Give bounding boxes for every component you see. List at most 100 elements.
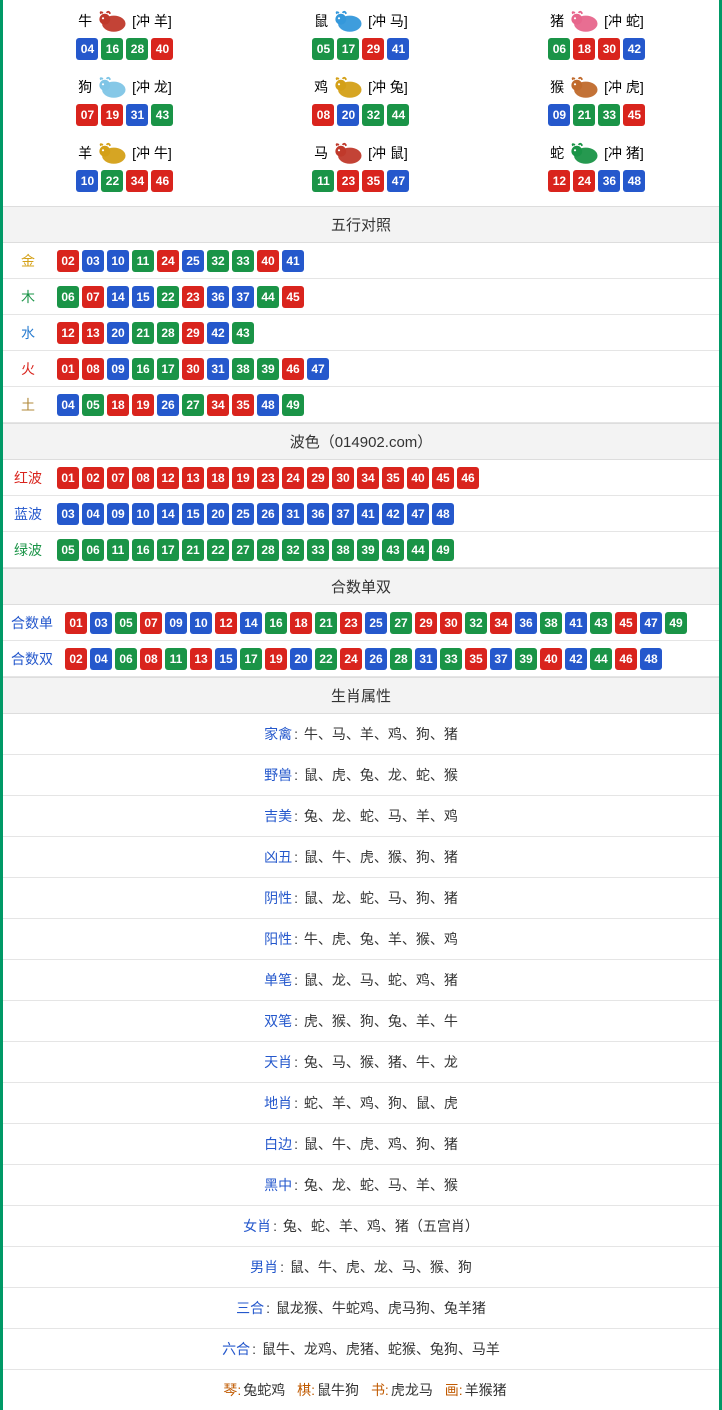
zodiac-name: 猪	[550, 11, 564, 31]
property-value: 兔、龙、蛇、马、羊、猴	[304, 1177, 458, 1193]
number-ball: 02	[82, 467, 104, 489]
number-ball: 12	[57, 322, 79, 344]
number-ball: 17	[337, 38, 359, 60]
zodiac-conflict: [冲 羊]	[132, 11, 172, 31]
property-separator: :	[294, 808, 302, 824]
zodiac-animal-icon	[330, 74, 366, 100]
number-ball: 14	[107, 286, 129, 308]
table-row: 水 1213202128294243	[3, 315, 719, 351]
zodiac-conflict: [冲 牛]	[132, 143, 172, 163]
number-ball: 20	[290, 648, 312, 670]
number-ball: 44	[407, 539, 429, 561]
zodiac-conflict: [冲 马]	[368, 11, 408, 31]
row-balls: 0204060811131517192022242628313335373940…	[61, 648, 662, 670]
number-ball: 07	[76, 104, 98, 126]
property-separator: :	[294, 726, 302, 742]
zodiac-balls: 11233547	[243, 170, 479, 192]
number-ball: 46	[615, 648, 637, 670]
number-ball: 32	[282, 539, 304, 561]
property-label: 吉美	[264, 808, 292, 824]
number-ball: 36	[307, 503, 329, 525]
zodiac-cell: 鼠 [冲 马] 05172941	[243, 4, 479, 70]
table-row: 金 02031011242532334041	[3, 243, 719, 279]
property-separator: :	[294, 890, 302, 906]
property-separator: :	[273, 1218, 281, 1234]
number-ball: 40	[407, 467, 429, 489]
number-ball: 17	[240, 648, 262, 670]
property-row: 女肖: 兔、蛇、羊、鸡、猪（五宫肖）	[3, 1206, 719, 1247]
zodiac-cell: 猪 [冲 蛇] 06183042	[479, 4, 715, 70]
zodiac-conflict: [冲 蛇]	[604, 11, 644, 31]
number-ball: 48	[432, 503, 454, 525]
qqsh-label: 棋:	[297, 1382, 315, 1398]
number-ball: 42	[623, 38, 645, 60]
zodiac-balls: 08203244	[243, 104, 479, 126]
qqsh-row: 琴:兔蛇鸡 棋:鼠牛狗 书:虎龙马 画:羊猴猪	[3, 1370, 719, 1410]
number-ball: 24	[157, 250, 179, 272]
number-ball: 10	[132, 503, 154, 525]
number-ball: 09	[165, 612, 187, 634]
number-ball: 10	[76, 170, 98, 192]
row-label: 绿波	[3, 540, 53, 560]
number-ball: 45	[282, 286, 304, 308]
zodiac-name: 猴	[550, 77, 564, 97]
number-ball: 23	[257, 467, 279, 489]
number-ball: 29	[362, 38, 384, 60]
number-ball: 28	[390, 648, 412, 670]
zodiac-cell: 鸡 [冲 兔] 08203244	[243, 70, 479, 136]
number-ball: 26	[157, 394, 179, 416]
number-ball: 33	[232, 250, 254, 272]
number-ball: 35	[362, 170, 384, 192]
wuxing-table: 金 02031011242532334041木 0607141522233637…	[3, 243, 719, 423]
number-ball: 24	[282, 467, 304, 489]
zodiac-conflict: [冲 猪]	[604, 143, 644, 163]
row-label: 合数双	[3, 649, 61, 669]
row-label: 火	[3, 359, 53, 379]
property-row: 野兽: 鼠、虎、兔、龙、蛇、猴	[3, 755, 719, 796]
number-ball: 05	[82, 394, 104, 416]
number-ball: 29	[182, 322, 204, 344]
number-ball: 45	[615, 612, 637, 634]
property-row: 凶丑: 鼠、牛、虎、猴、狗、猪	[3, 837, 719, 878]
number-ball: 07	[107, 467, 129, 489]
property-separator: :	[294, 849, 302, 865]
number-ball: 45	[432, 467, 454, 489]
property-value: 虎、猴、狗、兔、羊、牛	[304, 1013, 458, 1029]
wuxing-header: 五行对照	[3, 206, 719, 243]
zodiac-cell: 猴 [冲 虎] 09213345	[479, 70, 715, 136]
number-ball: 18	[573, 38, 595, 60]
zodiac-animal-icon	[94, 8, 130, 34]
number-ball: 22	[315, 648, 337, 670]
number-ball: 49	[665, 612, 687, 634]
row-balls: 04051819262734354849	[53, 394, 304, 416]
number-ball: 11	[132, 250, 154, 272]
number-ball: 01	[65, 612, 87, 634]
number-ball: 06	[82, 539, 104, 561]
property-value: 兔、马、猴、猪、牛、龙	[304, 1054, 458, 1070]
number-ball: 05	[115, 612, 137, 634]
number-ball: 08	[140, 648, 162, 670]
number-ball: 15	[182, 503, 204, 525]
number-ball: 01	[57, 467, 79, 489]
number-ball: 44	[387, 104, 409, 126]
number-ball: 43	[151, 104, 173, 126]
number-ball: 21	[315, 612, 337, 634]
number-ball: 12	[215, 612, 237, 634]
property-separator: :	[266, 1300, 274, 1316]
table-row: 合数双 020406081113151719202224262831333537…	[3, 641, 719, 677]
number-ball: 41	[282, 250, 304, 272]
number-ball: 21	[573, 104, 595, 126]
number-ball: 03	[82, 250, 104, 272]
number-ball: 21	[132, 322, 154, 344]
number-ball: 45	[623, 104, 645, 126]
property-row: 黑中: 兔、龙、蛇、马、羊、猴	[3, 1165, 719, 1206]
number-ball: 31	[207, 358, 229, 380]
number-ball: 28	[157, 322, 179, 344]
number-ball: 34	[126, 170, 148, 192]
number-ball: 06	[115, 648, 137, 670]
number-ball: 43	[590, 612, 612, 634]
number-ball: 38	[332, 539, 354, 561]
number-ball: 31	[415, 648, 437, 670]
number-ball: 27	[232, 539, 254, 561]
number-ball: 39	[515, 648, 537, 670]
